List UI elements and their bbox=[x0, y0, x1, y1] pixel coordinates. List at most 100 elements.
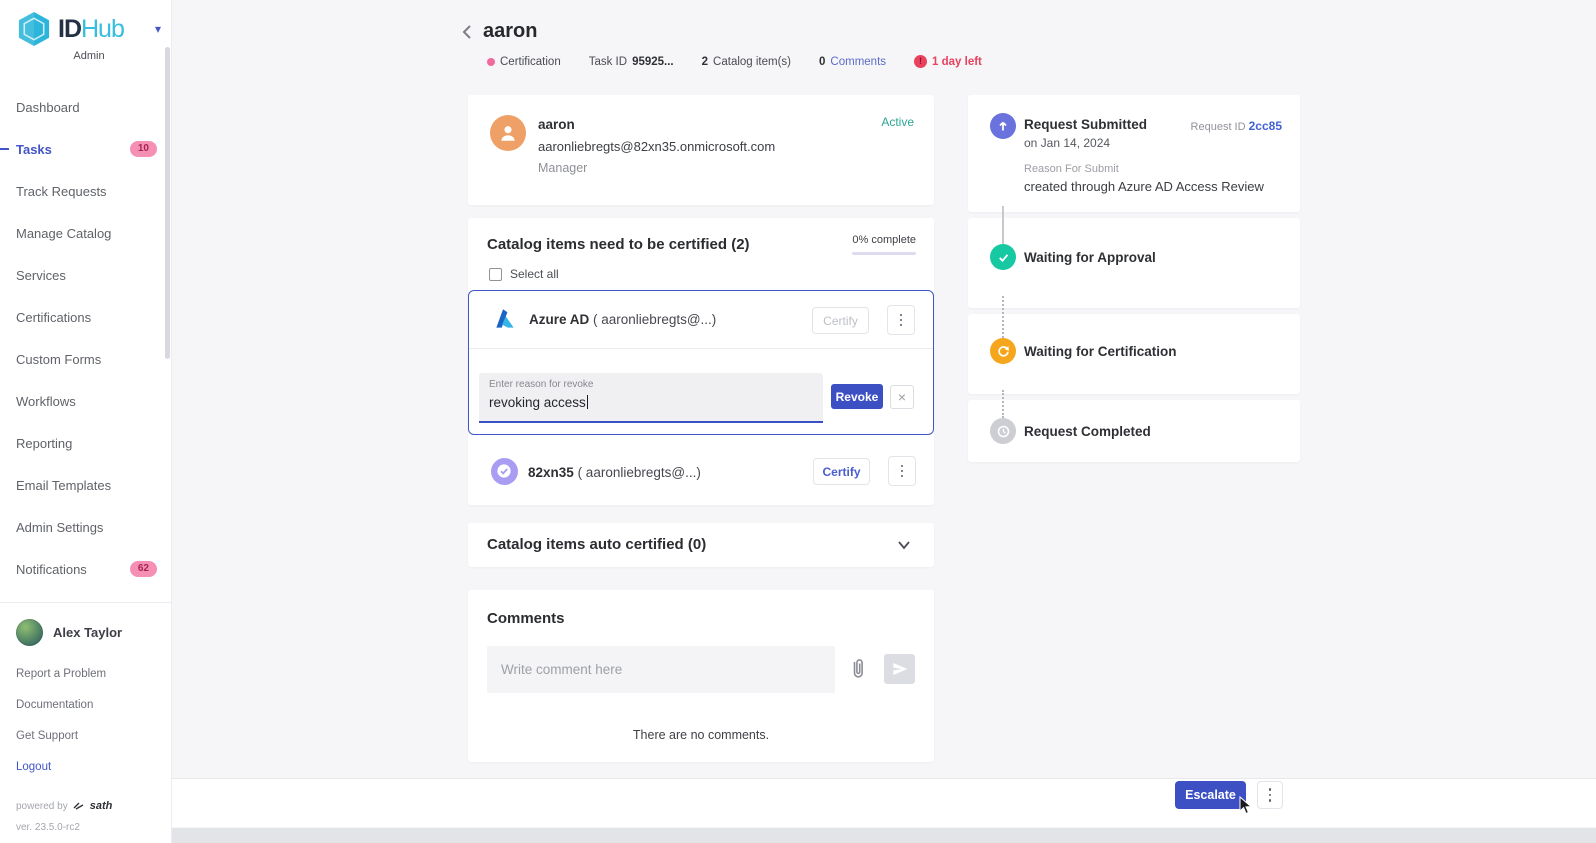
sidebar-item-dashboard[interactable]: Dashboard bbox=[0, 86, 171, 128]
powered-by-brand: sath bbox=[90, 800, 113, 812]
task-meta-row: Certification Task ID 95925... 2 Catalog… bbox=[487, 55, 982, 68]
footer-kebab-menu-icon[interactable] bbox=[1257, 781, 1283, 809]
azure-ad-logo-icon bbox=[491, 305, 519, 333]
send-comment-button[interactable] bbox=[884, 654, 915, 684]
revoke-input-label: Enter reason for revoke bbox=[489, 379, 594, 390]
sidebar-item-label: Tasks bbox=[16, 142, 52, 157]
step-waiting-for-certification: Waiting for Certification bbox=[968, 314, 1300, 394]
sidebar-item-label: Services bbox=[16, 268, 66, 283]
chevron-down-icon[interactable]: ▾ bbox=[155, 22, 161, 36]
catalog-item-name: 82xn35 ( aaronliebregts@...) bbox=[528, 465, 701, 480]
link-logout[interactable]: Logout bbox=[16, 761, 155, 773]
revoke-button[interactable]: Revoke bbox=[831, 384, 883, 409]
sidebar-item-admin-settings[interactable]: Admin Settings bbox=[0, 506, 171, 548]
progress-label: 0% complete bbox=[852, 234, 916, 246]
status-badge: Active bbox=[881, 115, 914, 129]
step-request-completed: Request Completed bbox=[968, 400, 1300, 462]
certify-section: Catalog items need to be certified (2) 0… bbox=[468, 218, 934, 505]
select-all[interactable]: Select all bbox=[489, 267, 559, 281]
request-submitted-card: Request Submitted Request ID 2cc85 on Ja… bbox=[968, 95, 1300, 212]
task-id-label: Task ID bbox=[589, 56, 627, 68]
horizontal-scrollbar[interactable] bbox=[90, 828, 1596, 843]
sidebar-item-label: Track Requests bbox=[16, 184, 107, 199]
task-type-label: Certification bbox=[500, 56, 561, 68]
sidebar-nav: Dashboard Tasks 10 Track Requests Manage … bbox=[0, 86, 171, 590]
sidebar-item-label: Admin Settings bbox=[16, 520, 103, 535]
notifications-count-badge: 62 bbox=[130, 561, 157, 577]
certify-section-title: Catalog items need to be certified (2) bbox=[487, 236, 750, 253]
app-root: IDHub ▾ Admin Dashboard Tasks 10 Track Re… bbox=[0, 0, 1596, 843]
chevron-down-icon[interactable] bbox=[896, 538, 912, 557]
timeline-connector bbox=[1002, 206, 1004, 244]
brand-name-hub: Hub bbox=[81, 15, 124, 43]
sidebar-item-label: Notifications bbox=[16, 562, 87, 577]
sidebar-item-services[interactable]: Services bbox=[0, 254, 171, 296]
clock-circle-icon bbox=[990, 418, 1016, 444]
select-all-label: Select all bbox=[510, 267, 559, 281]
verified-badge-icon bbox=[490, 457, 518, 485]
item-kebab-menu-icon[interactable] bbox=[888, 456, 916, 486]
idhub-hexagon-icon bbox=[16, 10, 52, 48]
certify-progress: 0% complete bbox=[852, 234, 916, 255]
sidebar-item-manage-catalog[interactable]: Manage Catalog bbox=[0, 212, 171, 254]
item-kebab-menu-icon[interactable] bbox=[887, 305, 915, 335]
sidebar-item-label: Manage Catalog bbox=[16, 226, 111, 241]
back-button[interactable] bbox=[460, 23, 474, 41]
avatar bbox=[16, 619, 43, 646]
step-waiting-for-approval: Waiting for Approval bbox=[968, 218, 1300, 308]
brand-name-id: ID bbox=[58, 15, 81, 43]
exclamation-circle-icon: ! bbox=[914, 55, 927, 68]
person-avatar-icon bbox=[490, 115, 526, 151]
brand-name: IDHub bbox=[58, 17, 124, 42]
sidebar-item-label: Reporting bbox=[16, 436, 72, 451]
chevron-left-icon bbox=[460, 23, 474, 41]
certify-button[interactable]: Certify bbox=[812, 307, 869, 334]
certify-button[interactable]: Certify bbox=[813, 458, 870, 485]
sidebar: IDHub ▾ Admin Dashboard Tasks 10 Track Re… bbox=[0, 0, 172, 843]
select-all-checkbox[interactable] bbox=[489, 268, 502, 281]
link-documentation[interactable]: Documentation bbox=[16, 699, 155, 711]
sidebar-item-custom-forms[interactable]: Custom Forms bbox=[0, 338, 171, 380]
tasks-count-badge: 10 bbox=[130, 141, 157, 157]
auto-certified-section[interactable]: Catalog items auto certified (0) bbox=[468, 523, 934, 567]
catalog-count: 2 Catalog item(s) bbox=[702, 56, 791, 68]
item-account: ( aaronliebregts@...) bbox=[593, 312, 716, 327]
sidebar-item-email-templates[interactable]: Email Templates bbox=[0, 464, 171, 506]
comment-input[interactable] bbox=[487, 646, 835, 693]
task-id: Task ID 95925... bbox=[589, 56, 674, 68]
version-text: ver. 23.5.0-rc2 bbox=[0, 822, 171, 833]
item-account: ( aaronliebregts@...) bbox=[578, 465, 701, 480]
paperclip-icon[interactable] bbox=[849, 656, 867, 687]
auto-certified-title: Catalog items auto certified (0) bbox=[487, 536, 706, 553]
sidebar-item-tasks[interactable]: Tasks 10 bbox=[0, 128, 171, 170]
revoke-reason-input[interactable]: Enter reason for revoke revoking access bbox=[479, 373, 823, 423]
sidebar-item-reporting[interactable]: Reporting bbox=[0, 422, 171, 464]
catalog-count-value: 2 bbox=[702, 56, 708, 68]
timeline-connector bbox=[1002, 390, 1004, 418]
page-header: aaron bbox=[460, 20, 537, 43]
text-cursor bbox=[587, 395, 588, 409]
certification-dot-icon bbox=[487, 58, 495, 66]
reason-label: Reason For Submit bbox=[1024, 163, 1119, 175]
comments-count-label: Comments bbox=[830, 56, 886, 68]
step-label: Waiting for Certification bbox=[1024, 344, 1177, 359]
sidebar-item-certifications[interactable]: Certifications bbox=[0, 296, 171, 338]
sidebar-item-label: Workflows bbox=[16, 394, 76, 409]
sidebar-links: Report a Problem Documentation Get Suppo… bbox=[0, 656, 171, 773]
sidebar-item-notifications[interactable]: Notifications 62 bbox=[0, 548, 171, 590]
sidebar-user[interactable]: Alex Taylor bbox=[0, 609, 171, 656]
request-id[interactable]: Request ID 2cc85 bbox=[1191, 119, 1282, 133]
sath-logo-icon bbox=[73, 801, 85, 811]
reason-value: created through Azure AD Access Review bbox=[1024, 179, 1264, 194]
revoke-input-text: revoking access bbox=[489, 395, 586, 410]
sidebar-scrollbar[interactable] bbox=[165, 47, 170, 359]
sidebar-item-label: Custom Forms bbox=[16, 352, 101, 367]
comments-count[interactable]: 0 Comments bbox=[819, 56, 886, 68]
empty-comments-text: There are no comments. bbox=[468, 728, 934, 742]
link-get-support[interactable]: Get Support bbox=[16, 730, 155, 742]
close-icon[interactable]: × bbox=[890, 385, 914, 409]
sidebar-item-workflows[interactable]: Workflows bbox=[0, 380, 171, 422]
brand-subtitle: Admin bbox=[24, 50, 154, 62]
sidebar-item-track-requests[interactable]: Track Requests bbox=[0, 170, 171, 212]
link-report-a-problem[interactable]: Report a Problem bbox=[16, 668, 155, 680]
